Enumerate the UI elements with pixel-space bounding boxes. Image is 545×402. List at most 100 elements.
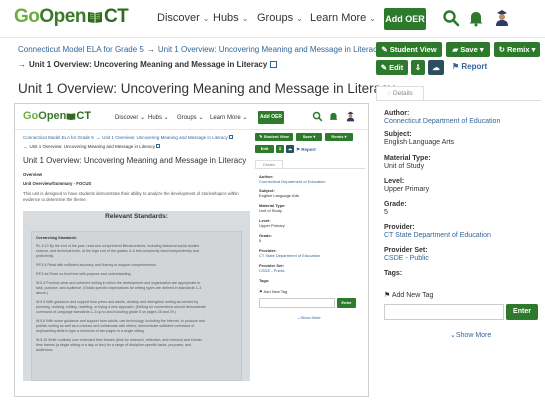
tag-input[interactable] — [384, 304, 504, 320]
grade-label: Grade: — [384, 201, 407, 208]
page-title: Unit 1 Overview: Uncovering Meaning and … — [18, 81, 395, 96]
provider-value[interactable]: CT State Department of Education — [384, 232, 491, 239]
show-more-link[interactable]: ⌄Show More — [450, 331, 491, 339]
relevant-standards-box: Relevant Standards: Overarching Standard… — [23, 211, 250, 381]
add-new-tag-label: ⚑ Add New Tag — [384, 292, 434, 299]
standards-list: Overarching Standards: RL.5.10 By the en… — [31, 231, 242, 381]
list-item: audiences. — [36, 348, 54, 352]
author-value[interactable]: Connecticut Department of Education — [384, 118, 500, 125]
nav-hubs[interactable]: Hubs ⌄ — [213, 12, 248, 24]
nav-groups: Groups ⌄ — [177, 115, 204, 121]
overarching-heading: Overarching Standards: — [36, 236, 77, 240]
nav-discover: Discover ⌄ — [115, 115, 146, 121]
list-item: RF.5.4a Read on-level text with purpose … — [36, 272, 132, 276]
subject-label: Subject: — [384, 131, 412, 138]
list-item: proficiently. — [36, 254, 54, 258]
chevron-down-icon: ⌄ — [296, 14, 303, 23]
share-button[interactable]: ☁ — [428, 60, 444, 75]
page-title: Unit 1 Overview: Uncovering Meaning and … — [23, 156, 247, 165]
relevant-standards-heading: Relevant Standards: — [105, 213, 168, 220]
author-label: Author: — [384, 110, 410, 117]
chevron-down-icon: ⌄ — [202, 14, 210, 23]
user-avatar-icon[interactable] — [494, 9, 510, 27]
add-oer-button[interactable]: Add OER — [384, 8, 426, 30]
provider-value: CT State Department of Education — [259, 253, 321, 258]
search-icon[interactable] — [442, 9, 460, 27]
grade-value: 5 — [384, 209, 388, 216]
expand-icon[interactable] — [270, 61, 278, 68]
bell-icon[interactable] — [467, 9, 485, 27]
provider-label: Provider: — [384, 224, 415, 231]
student-icon: ✎ — [381, 45, 390, 54]
show-more-link: ⌄Show More — [297, 315, 321, 320]
download-button: ⇩ — [276, 145, 284, 153]
nav-learn-more[interactable]: Learn More ⌄ — [310, 12, 376, 24]
summary-text: evidence to determine the theme. — [23, 197, 87, 202]
add-new-tag-label: ⚑ Add New Tag — [259, 289, 288, 294]
arrow-right-icon: → — [146, 45, 155, 54]
pencil-icon: ✎ — [380, 63, 390, 72]
flag-icon: ⚑ — [452, 62, 462, 71]
goopen-ct-logo[interactable]: GoOpen CT — [14, 6, 129, 28]
tag-icon: ⚑ — [384, 292, 392, 299]
goopen-ct-logo: GoOpen CT — [23, 110, 92, 122]
summary-text: This unit is designed to have students d… — [23, 191, 239, 196]
subject-value: English Language Arts — [259, 193, 300, 198]
chevron-down-icon: ▾ — [529, 45, 536, 54]
edit-button: Edit — [255, 145, 274, 153]
level-value: Upper Primary — [259, 223, 285, 228]
tags-label: Tags: — [384, 270, 403, 277]
provider-set-value[interactable]: CSDE - Public — [384, 255, 429, 262]
report-link[interactable]: ⚑ Report — [452, 62, 487, 71]
grade-value: 5 — [259, 238, 262, 243]
report-link: ⚑ Report — [296, 147, 316, 152]
material-type-value: Unit of Study — [259, 208, 282, 213]
level-value: Upper Primary — [384, 186, 430, 193]
book-icon — [67, 113, 76, 120]
nav-groups[interactable]: Groups ⌄ — [257, 12, 303, 24]
nav-learn-more: Learn More ⌄ — [210, 115, 248, 121]
breadcrumb: Connecticut Model ELA for Grade 5 → Unit 1… — [23, 135, 233, 140]
tab-details[interactable]: ◌ Details — [376, 86, 424, 100]
breadcrumb: Connecticut Model ELA for Grade 5 → Unit 1… — [18, 45, 392, 54]
breadcrumb-link-unit1[interactable]: Unit 1 Overview: Uncovering Meaning and … — [158, 45, 381, 54]
remix-icon: ↻ — [498, 45, 507, 54]
material-type-label: Material Type: — [384, 155, 431, 162]
author-value: Connecticut Department of Education — [259, 179, 326, 184]
book-icon — [87, 12, 102, 23]
breadcrumb-link-grade5[interactable]: Connecticut Model ELA for Grade 5 — [18, 45, 144, 54]
embedded-page-preview: GoOpen CT Discover ⌄ Hubs ⌄ Groups ⌄ Lear… — [14, 103, 369, 397]
enter-button[interactable]: Enter — [506, 304, 538, 320]
remix-button[interactable]: ↻ Remix ▾ — [494, 42, 540, 57]
level-label: Level: — [384, 178, 405, 185]
tag-input — [259, 298, 335, 308]
student-view-button[interactable]: ✎ Student View — [376, 42, 442, 57]
user-avatar-icon — [346, 111, 355, 122]
divider — [15, 129, 368, 130]
remix-button: Remix ▾ — [325, 133, 353, 141]
arrow-right-icon: → — [18, 60, 26, 69]
overview-summary-heading: Unit Overview/Summary - FOCUS — [23, 181, 92, 186]
breadcrumb-current: → Unit 1 Overview: Uncovering Meaning and… — [23, 144, 161, 149]
tab-details: Details — [255, 160, 283, 168]
save-button: Save ▾ — [296, 133, 322, 141]
list-item: command of Language standards 1–3 up to … — [36, 310, 176, 314]
save-button[interactable]: ▰ Save ▾ — [446, 42, 490, 57]
edit-button[interactable]: ✎ Edit — [376, 60, 408, 75]
material-type-value: Unit of Study — [384, 163, 425, 170]
top-navbar: GoOpen CT Discover ⌄ Hubs ⌄ Groups ⌄ Learn M… — [0, 0, 545, 38]
download-icon: ⇩ — [414, 63, 422, 72]
subject-value: English Language Arts — [384, 139, 455, 146]
nav-hubs: Hubs ⌄ — [148, 115, 169, 121]
divider — [255, 168, 365, 169]
bell-icon — [329, 112, 338, 120]
list-item: RF.5.4 Read with sufficient accuracy and… — [36, 263, 157, 267]
provider-set-value: CSDE - Public — [259, 268, 285, 273]
share-button: ☁ — [286, 145, 294, 153]
download-button[interactable]: ⇩ — [411, 60, 425, 75]
nav-discover[interactable]: Discover ⌄ — [157, 12, 210, 24]
list-item: keyboarding skills to type a minimum of … — [36, 329, 145, 333]
provider-set-label: Provider Set: — [384, 247, 428, 254]
chevron-down-icon: ⌄ — [369, 14, 376, 23]
chevron-down-icon: ▾ — [477, 45, 484, 54]
